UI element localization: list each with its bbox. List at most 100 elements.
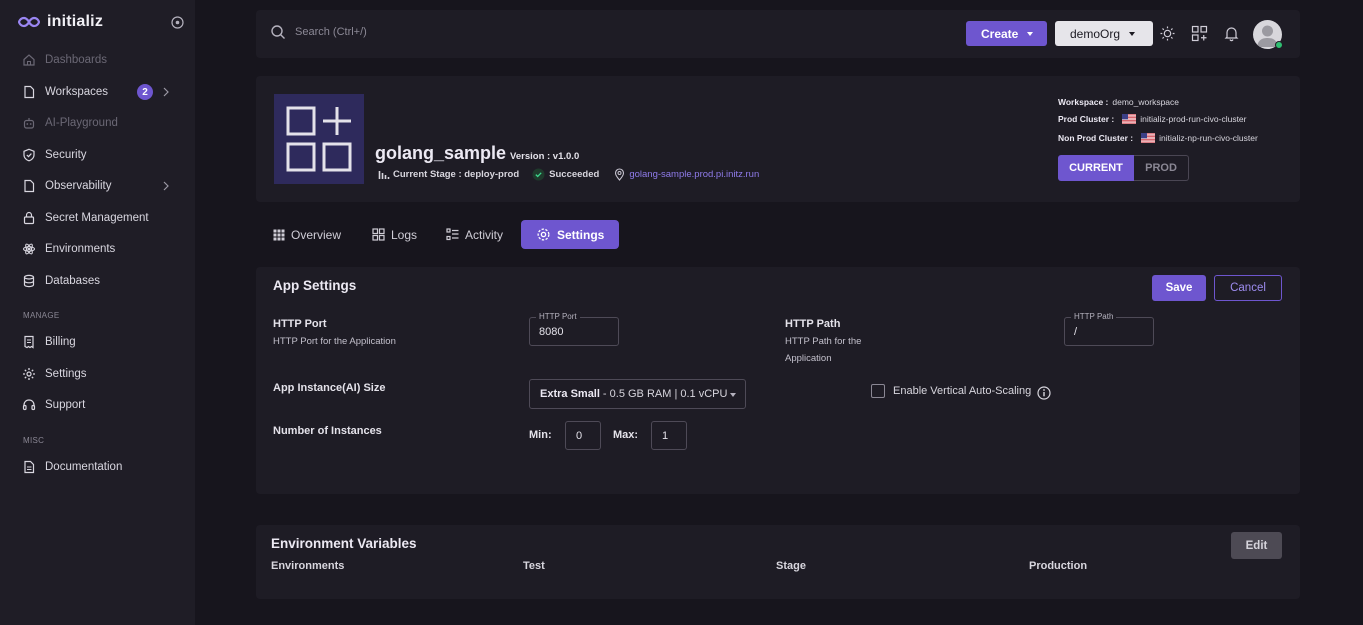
atom-icon: [23, 243, 35, 255]
search-icon: [271, 25, 285, 39]
search-input[interactable]: [295, 26, 595, 38]
sidebar-item-label: Databases: [45, 275, 100, 287]
file-icon: [24, 85, 35, 99]
section-label-misc: MISC: [23, 436, 45, 445]
tab-logs[interactable]: Logs: [372, 220, 425, 249]
grid-icon: [273, 229, 285, 240]
nonprod-cluster-meta: Non Prod Cluster : initializ-np-run-civo…: [1058, 133, 1258, 143]
info-icon[interactable]: [1037, 386, 1051, 400]
infinity-logo-icon: [18, 16, 40, 28]
sidebar-item-label: Security: [45, 149, 87, 161]
collapse-sidebar-icon[interactable]: [171, 16, 184, 29]
app-url-link[interactable]: golang-sample.prod.pi.initz.run: [629, 169, 759, 180]
save-button[interactable]: Save: [1152, 275, 1206, 301]
edit-button[interactable]: Edit: [1231, 532, 1282, 559]
create-button[interactable]: Create: [966, 21, 1047, 46]
environment-toggle: CURRENT PROD: [1058, 155, 1189, 181]
cancel-button[interactable]: Cancel: [1214, 275, 1282, 301]
vertical-autoscaling-checkbox[interactable]: [871, 384, 885, 398]
org-selector-label: demoOrg: [1070, 26, 1121, 41]
sidebar-item-dashboards[interactable]: Dashboards: [22, 49, 182, 71]
prod-cluster-value: initializ-prod-run-civo-cluster: [1140, 114, 1247, 124]
column-header-test: Test: [523, 560, 545, 572]
instance-size-title: App Instance(AI) Size: [273, 382, 386, 394]
app-version: Version : v1.0.0: [510, 151, 580, 162]
org-selector[interactable]: demoOrg: [1055, 21, 1153, 46]
sidebar-item-secret-management[interactable]: Secret Management: [22, 207, 182, 229]
http-path-legend: HTTP Path: [1071, 312, 1117, 321]
workspace-value: demo_workspace: [1112, 97, 1180, 107]
http-port-input[interactable]: [530, 318, 618, 345]
sidebar-item-label: Dashboards: [45, 54, 108, 66]
sidebar-item-environments[interactable]: Environments: [22, 238, 182, 260]
http-port-legend: HTTP Port: [536, 312, 580, 321]
bell-icon[interactable]: [1223, 25, 1240, 42]
environment-variables-title: Environment Variables: [271, 536, 417, 551]
robot-icon: [23, 118, 35, 129]
blocks-icon: [372, 228, 385, 241]
sidebar-item-label: AI-Playground: [45, 117, 118, 129]
max-instances-input[interactable]: [652, 422, 686, 449]
home-icon: [23, 54, 35, 66]
apps-add-icon[interactable]: [1191, 25, 1208, 42]
logo-text: initializ: [47, 13, 104, 30]
env-prod-button[interactable]: PROD: [1134, 155, 1189, 181]
sidebar-item-label: Settings: [45, 368, 87, 380]
min-instances-input[interactable]: [566, 422, 600, 449]
nonprod-cluster-label: Non Prod Cluster :: [1058, 133, 1134, 143]
http-path-description-line2: Application: [785, 353, 832, 364]
http-path-description-line1: HTTP Path for the: [785, 336, 862, 347]
sidebar-item-security[interactable]: Security: [22, 144, 182, 166]
file-icon: [24, 179, 35, 193]
http-path-input[interactable]: [1065, 318, 1153, 345]
min-instances-field[interactable]: [565, 421, 601, 450]
instance-size-select[interactable]: Extra Small - 0.5 GB RAM | 0.1 vCPU: [529, 379, 746, 409]
sidebar-item-documentation[interactable]: Documentation: [22, 456, 182, 478]
shield-icon: [23, 148, 35, 162]
app-name-text: golang_sample: [375, 143, 507, 163]
sidebar-item-support[interactable]: Support: [22, 394, 182, 416]
tab-label: Settings: [557, 227, 605, 242]
sidebar-item-observability[interactable]: Observability: [22, 175, 182, 197]
section-label-manage: MANAGE: [23, 311, 60, 320]
lock-icon: [23, 211, 35, 225]
sidebar-item-ai-playground[interactable]: AI-Playground: [22, 112, 182, 134]
online-status-dot: [1275, 41, 1283, 49]
tab-label: Overview: [291, 227, 342, 242]
sidebar-item-label: Documentation: [45, 461, 123, 473]
tab-label: Activity: [465, 227, 504, 242]
app-logo: [274, 94, 364, 184]
sun-icon[interactable]: [1159, 25, 1176, 42]
instances-title: Number of Instances: [273, 425, 382, 437]
max-label: Max:: [613, 429, 639, 441]
column-header-production: Production: [1029, 560, 1088, 572]
instance-size-detail: - 0.5 GB RAM | 0.1 vCPU: [602, 388, 728, 400]
prod-cluster-meta: Prod Cluster : initializ-prod-run-civo-c…: [1058, 114, 1246, 124]
logo[interactable]: initializ: [18, 13, 103, 31]
env-current-button[interactable]: CURRENT: [1058, 155, 1134, 181]
tab-settings[interactable]: Settings: [521, 220, 620, 249]
instance-size-name: Extra Small: [540, 388, 600, 400]
app-header-card: golang_sample Version : v1.0.0 Current St…: [256, 76, 1300, 202]
chevron-right-icon: [163, 87, 169, 97]
sidebar-item-label: Workspaces: [45, 86, 109, 98]
sidebar-item-label: Observability: [45, 180, 112, 192]
sidebar-item-workspaces[interactable]: Workspaces 2: [22, 81, 182, 103]
current-stage: Current Stage : deploy-prod: [393, 169, 520, 180]
sidebar-item-databases[interactable]: Databases: [22, 270, 182, 292]
sidebar-item-settings[interactable]: Settings: [22, 363, 182, 385]
tab-activity[interactable]: Activity: [446, 220, 511, 249]
caret-down-icon: [730, 393, 736, 397]
environment-variables-card: Environment Variables Edit Environments …: [256, 525, 1300, 599]
tab-label: Logs: [391, 227, 418, 242]
sidebar-item-billing[interactable]: Billing: [22, 331, 182, 353]
search-box[interactable]: [270, 24, 595, 40]
http-path-field[interactable]: HTTP Path: [1064, 312, 1154, 346]
sidebar-item-label: Secret Management: [45, 212, 149, 224]
tab-overview[interactable]: Overview: [273, 220, 349, 249]
max-instances-field[interactable]: [651, 421, 687, 450]
us-flag-icon: [1141, 133, 1156, 143]
chevron-right-icon: [163, 181, 169, 191]
app-name: golang_sample Version : v1.0.0: [375, 143, 579, 164]
http-port-field[interactable]: HTTP Port: [529, 312, 619, 346]
